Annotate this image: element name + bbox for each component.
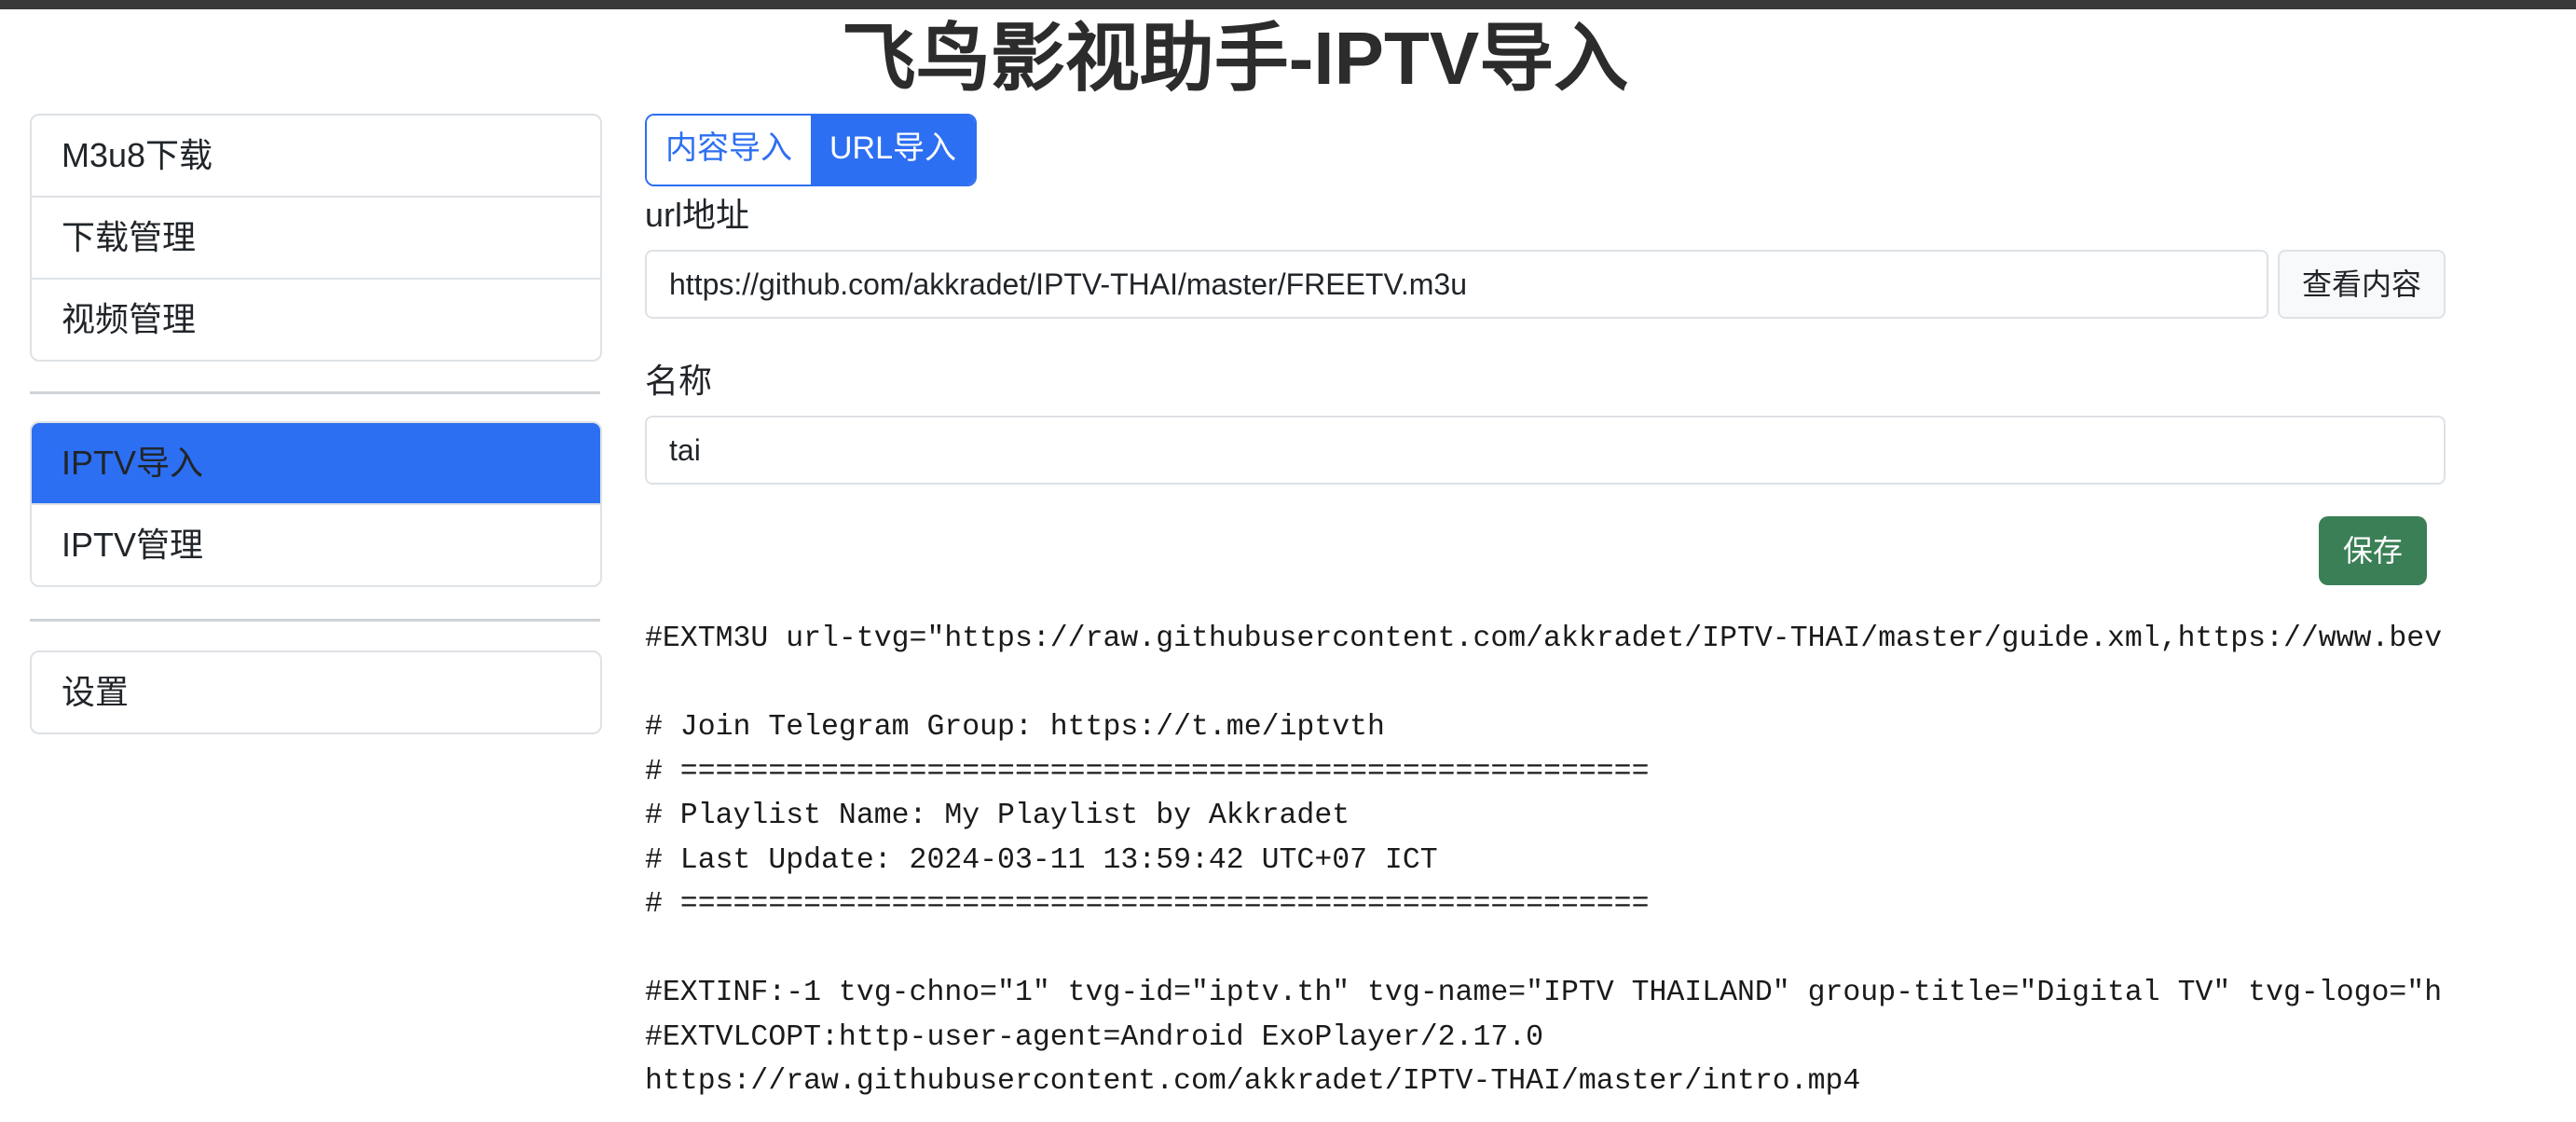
sidebar-divider [30,619,600,622]
content-line [645,662,2447,706]
content-line: # Playlist Name: My Playlist by Akkradet [645,800,1350,832]
playlist-content-preview: #EXTM3U url-tvg="https://raw.githubuserc… [645,617,2447,1122]
sidebar-item-download-management[interactable]: 下载管理 [32,196,600,278]
sidebar-nav-iptv: IPTV导入 IPTV管理 [30,421,602,587]
name-input[interactable] [645,416,2446,485]
content-line: # ======================================… [645,755,1650,788]
view-content-button[interactable]: 查看内容 [2278,250,2446,319]
import-mode-tabs: 内容导入 URL导入 [645,114,977,186]
save-button[interactable]: 保存 [2319,516,2427,585]
content-line: # Last Update: 2024-03-11 13:59:42 UTC+0… [645,843,1438,877]
sidebar-item-iptv-import[interactable]: IPTV导入 [32,423,600,503]
sidebar-divider [30,391,600,394]
tab-content-import[interactable]: 内容导入 [647,116,811,185]
content-line: #EXTM3U url-tvg="https://raw.githubuserc… [645,623,2443,655]
sidebar-nav-settings: 设置 [30,650,602,734]
content-line [645,927,2447,972]
sidebar-item-video-management[interactable]: 视频管理 [32,278,600,360]
page-title: 飞鸟影视助手-IPTV导入 [841,17,1629,100]
content-line: # ======================================… [645,888,1650,921]
tab-url-import[interactable]: URL导入 [811,116,975,185]
url-input[interactable] [645,250,2268,319]
sidebar-item-iptv-management[interactable]: IPTV管理 [32,503,600,585]
name-label: 名称 [645,362,713,400]
sidebar-nav-main: M3u8下载 下载管理 视频管理 [30,114,602,362]
sidebar-item-m3u8-download[interactable]: M3u8下载 [32,116,600,196]
content-line: #EXTINF:-1 tvg-chno="1" tvg-id="iptv.th"… [645,977,2443,1009]
content-line: https://raw.githubusercontent.com/akkrad… [645,1065,1861,1098]
url-label: url地址 [645,196,750,234]
content-line: #EXTVLCOPT:http-user-agent=Android ExoPl… [645,1020,1544,1054]
content-line: # Join Telegram Group: https://t.me/iptv… [645,711,1385,744]
sidebar-item-settings[interactable]: 设置 [32,652,600,732]
